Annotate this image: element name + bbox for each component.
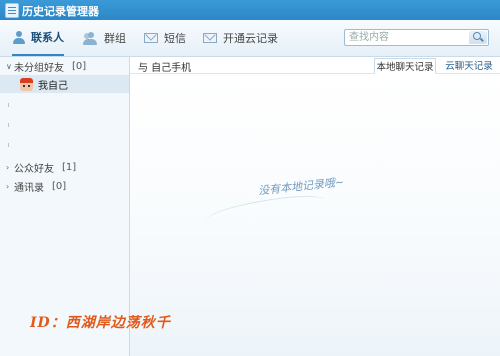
conversation-header: 与 自己手机 本地聊天记录 云聊天记录 [130, 57, 500, 74]
group-ungrouped-friends[interactable]: ∨ 未分组好友 [0] [0, 58, 129, 74]
title-bar: 历史记录管理器 [0, 0, 500, 20]
tab-groups[interactable]: 群组 [82, 20, 126, 56]
conversation-label: 与 自己手机 [138, 63, 192, 74]
cloud-record-icon [203, 33, 217, 43]
sms-icon [144, 33, 158, 43]
tree-line [8, 123, 9, 127]
tab-contacts-label: 联系人 [31, 31, 64, 44]
group-count: [1] [62, 161, 77, 173]
group-count: [0] [72, 60, 87, 72]
avatar [20, 77, 33, 91]
group-address-book[interactable]: › 通讯录 [0] [0, 178, 129, 194]
search-input[interactable] [347, 30, 471, 45]
group-public-friends[interactable]: › 公众好友 [1] [0, 159, 129, 175]
contact-icon [12, 30, 25, 44]
window-title: 历史记录管理器 [22, 5, 99, 18]
tab-local-records[interactable]: 本地聊天记录 [374, 58, 436, 74]
search-button[interactable] [469, 31, 487, 44]
group-label: 通讯录 [14, 182, 44, 194]
group-icon [82, 31, 98, 45]
contact-item-self[interactable]: 我自己 [0, 75, 129, 93]
group-label: 公众好友 [14, 163, 54, 175]
group-label: 未分组好友 [14, 62, 64, 74]
message-area [130, 74, 500, 356]
tab-cloud-record[interactable]: 开通云记录 [203, 20, 278, 56]
collapse-arrow-icon: › [6, 162, 10, 172]
expand-arrow-icon: ∨ [6, 61, 12, 71]
watermark-text: ID：西湖岸边荡秋千 [30, 315, 171, 331]
search-icon [473, 32, 481, 40]
tree-line [8, 103, 9, 107]
tab-groups-label: 群组 [104, 32, 126, 45]
contact-name: 我自己 [38, 80, 68, 92]
tab-sms[interactable]: 短信 [144, 20, 186, 56]
tab-sms-label: 短信 [164, 32, 186, 45]
history-manager-icon [5, 3, 19, 18]
tab-contacts[interactable]: 联系人 [12, 20, 64, 56]
collapse-arrow-icon: › [6, 181, 10, 191]
group-count: [0] [52, 180, 67, 192]
tree-line [8, 143, 9, 147]
search-box [344, 29, 489, 46]
tab-cloud-records[interactable]: 云聊天记录 [442, 58, 496, 72]
tab-cloud-record-label: 开通云记录 [223, 32, 278, 45]
